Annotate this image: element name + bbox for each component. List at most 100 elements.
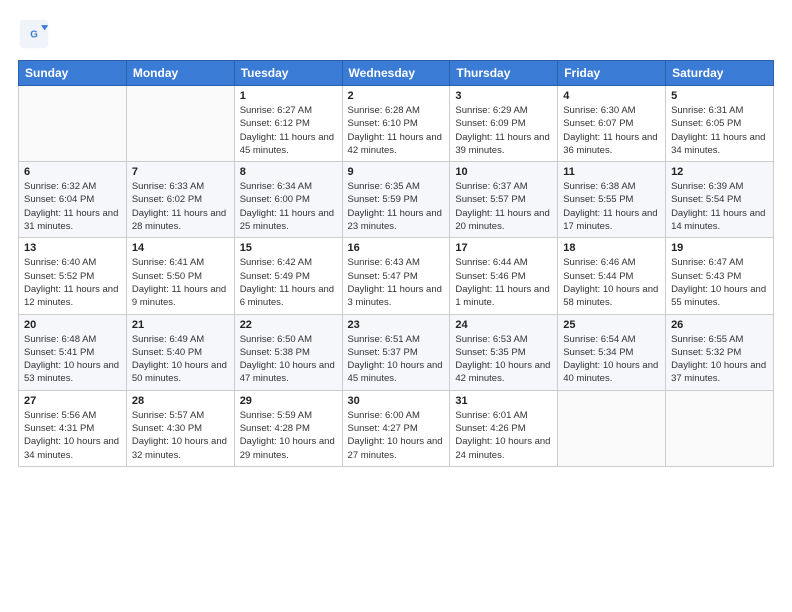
- calendar-cell: [666, 390, 774, 466]
- calendar-page: G SundayMondayTuesdayWednesdayThursdayFr…: [0, 0, 792, 612]
- calendar-cell: 23 Sunrise: 6:51 AM Sunset: 5:37 PM Dayli…: [342, 314, 450, 390]
- calendar-cell: [126, 86, 234, 162]
- day-info: Sunrise: 6:35 AM Sunset: 5:59 PM Dayligh…: [348, 180, 445, 233]
- day-number: 27: [24, 395, 121, 407]
- day-info: Sunrise: 6:51 AM Sunset: 5:37 PM Dayligh…: [348, 333, 445, 386]
- logo-icon: G: [18, 18, 50, 50]
- day-number: 6: [24, 166, 121, 178]
- day-info: Sunrise: 6:27 AM Sunset: 6:12 PM Dayligh…: [240, 104, 337, 157]
- day-number: 26: [671, 319, 768, 331]
- day-number: 30: [348, 395, 445, 407]
- calendar-header-wednesday: Wednesday: [342, 61, 450, 86]
- day-number: 22: [240, 319, 337, 331]
- calendar-cell: [19, 86, 127, 162]
- calendar-cell: 3Sunrise: 6:29 AM Sunset: 6:09 PM Daylig…: [450, 86, 558, 162]
- calendar-cell: 29Sunrise: 5:59 AM Sunset: 4:28 PM Dayli…: [234, 390, 342, 466]
- calendar-cell: 4 Sunrise: 6:30 AM Sunset: 6:07 PM Daylig…: [558, 86, 666, 162]
- calendar-cell: 15 Sunrise: 6:42 AM Sunset: 5:49 PM Dayli…: [234, 238, 342, 314]
- header: G: [18, 18, 774, 50]
- calendar-cell: 11 Sunrise: 6:38 AM Sunset: 5:55 PM Dayli…: [558, 162, 666, 238]
- day-number: 4: [563, 90, 660, 102]
- day-info: Sunrise: 6:38 AM Sunset: 5:55 PM Dayligh…: [563, 180, 660, 233]
- day-number: 10: [455, 166, 552, 178]
- day-info: Sunrise: 6:32 AM Sunset: 6:04 PM Dayligh…: [24, 180, 121, 233]
- calendar-cell: 22 Sunrise: 6:50 AM Sunset: 5:38 PM Dayli…: [234, 314, 342, 390]
- day-info: Sunrise: 5:56 AM Sunset: 4:31 PM Dayligh…: [24, 409, 121, 462]
- calendar-cell: 21Sunrise: 6:49 AM Sunset: 5:40 PM Dayli…: [126, 314, 234, 390]
- calendar-week-row: 1 Sunrise: 6:27 AM Sunset: 6:12 PM Daylig…: [19, 86, 774, 162]
- day-info: Sunrise: 6:28 AM Sunset: 6:10 PM Dayligh…: [348, 104, 445, 157]
- day-number: 15: [240, 242, 337, 254]
- day-info: Sunrise: 5:59 AM Sunset: 4:28 PM Dayligh…: [240, 409, 337, 462]
- day-info: Sunrise: 6:42 AM Sunset: 5:49 PM Dayligh…: [240, 256, 337, 309]
- day-number: 24: [455, 319, 552, 331]
- day-number: 13: [24, 242, 121, 254]
- calendar-cell: 7Sunrise: 6:33 AM Sunset: 6:02 PM Daylig…: [126, 162, 234, 238]
- day-info: Sunrise: 5:57 AM Sunset: 4:30 PM Dayligh…: [132, 409, 229, 462]
- day-info: Sunrise: 6:44 AM Sunset: 5:46 PM Dayligh…: [455, 256, 552, 309]
- calendar-cell: 1 Sunrise: 6:27 AM Sunset: 6:12 PM Daylig…: [234, 86, 342, 162]
- calendar-cell: 30 Sunrise: 6:00 AM Sunset: 4:27 PM Dayli…: [342, 390, 450, 466]
- day-number: 20: [24, 319, 121, 331]
- calendar-week-row: 6 Sunrise: 6:32 AM Sunset: 6:04 PM Daylig…: [19, 162, 774, 238]
- day-info: Sunrise: 6:30 AM Sunset: 6:07 PM Dayligh…: [563, 104, 660, 157]
- calendar-cell: 2 Sunrise: 6:28 AM Sunset: 6:10 PM Daylig…: [342, 86, 450, 162]
- calendar-cell: 19 Sunrise: 6:47 AM Sunset: 5:43 PM Dayli…: [666, 238, 774, 314]
- calendar-cell: 13Sunrise: 6:40 AM Sunset: 5:52 PM Dayli…: [19, 238, 127, 314]
- calendar-cell: 14 Sunrise: 6:41 AM Sunset: 5:50 PM Dayli…: [126, 238, 234, 314]
- day-info: Sunrise: 6:41 AM Sunset: 5:50 PM Dayligh…: [132, 256, 229, 309]
- calendar-cell: 12 Sunrise: 6:39 AM Sunset: 5:54 PM Dayli…: [666, 162, 774, 238]
- day-number: 3: [455, 90, 552, 102]
- day-info: Sunrise: 6:43 AM Sunset: 5:47 PM Dayligh…: [348, 256, 445, 309]
- day-number: 5: [671, 90, 768, 102]
- calendar-cell: 6 Sunrise: 6:32 AM Sunset: 6:04 PM Daylig…: [19, 162, 127, 238]
- day-info: Sunrise: 6:39 AM Sunset: 5:54 PM Dayligh…: [671, 180, 768, 233]
- calendar-week-row: 13Sunrise: 6:40 AM Sunset: 5:52 PM Dayli…: [19, 238, 774, 314]
- calendar-cell: 18 Sunrise: 6:46 AM Sunset: 5:44 PM Dayli…: [558, 238, 666, 314]
- calendar-header-row: SundayMondayTuesdayWednesdayThursdayFrid…: [19, 61, 774, 86]
- day-number: 8: [240, 166, 337, 178]
- calendar-week-row: 27 Sunrise: 5:56 AM Sunset: 4:31 PM Dayli…: [19, 390, 774, 466]
- calendar-header-sunday: Sunday: [19, 61, 127, 86]
- calendar-cell: 24 Sunrise: 6:53 AM Sunset: 5:35 PM Dayli…: [450, 314, 558, 390]
- day-number: 16: [348, 242, 445, 254]
- day-number: 9: [348, 166, 445, 178]
- day-info: Sunrise: 6:55 AM Sunset: 5:32 PM Dayligh…: [671, 333, 768, 386]
- day-number: 1: [240, 90, 337, 102]
- calendar-cell: 26 Sunrise: 6:55 AM Sunset: 5:32 PM Dayli…: [666, 314, 774, 390]
- calendar-header-tuesday: Tuesday: [234, 61, 342, 86]
- calendar-header-thursday: Thursday: [450, 61, 558, 86]
- day-info: Sunrise: 6:53 AM Sunset: 5:35 PM Dayligh…: [455, 333, 552, 386]
- day-number: 14: [132, 242, 229, 254]
- calendar-cell: 20 Sunrise: 6:48 AM Sunset: 5:41 PM Dayli…: [19, 314, 127, 390]
- calendar-cell: 8Sunrise: 6:34 AM Sunset: 6:00 PM Daylig…: [234, 162, 342, 238]
- day-info: Sunrise: 6:46 AM Sunset: 5:44 PM Dayligh…: [563, 256, 660, 309]
- calendar-cell: [558, 390, 666, 466]
- day-number: 11: [563, 166, 660, 178]
- day-info: Sunrise: 6:01 AM Sunset: 4:26 PM Dayligh…: [455, 409, 552, 462]
- day-info: Sunrise: 6:37 AM Sunset: 5:57 PM Dayligh…: [455, 180, 552, 233]
- calendar-header-friday: Friday: [558, 61, 666, 86]
- calendar-cell: 31 Sunrise: 6:01 AM Sunset: 4:26 PM Dayli…: [450, 390, 558, 466]
- day-number: 31: [455, 395, 552, 407]
- day-info: Sunrise: 6:50 AM Sunset: 5:38 PM Dayligh…: [240, 333, 337, 386]
- day-number: 19: [671, 242, 768, 254]
- day-number: 2: [348, 90, 445, 102]
- calendar-cell: 10 Sunrise: 6:37 AM Sunset: 5:57 PM Dayli…: [450, 162, 558, 238]
- calendar-cell: 28Sunrise: 5:57 AM Sunset: 4:30 PM Dayli…: [126, 390, 234, 466]
- day-info: Sunrise: 6:48 AM Sunset: 5:41 PM Dayligh…: [24, 333, 121, 386]
- day-number: 18: [563, 242, 660, 254]
- calendar-cell: 5Sunrise: 6:31 AM Sunset: 6:05 PM Daylig…: [666, 86, 774, 162]
- calendar-cell: 16 Sunrise: 6:43 AM Sunset: 5:47 PM Dayli…: [342, 238, 450, 314]
- day-number: 25: [563, 319, 660, 331]
- day-info: Sunrise: 6:47 AM Sunset: 5:43 PM Dayligh…: [671, 256, 768, 309]
- svg-text:G: G: [30, 30, 38, 41]
- day-number: 21: [132, 319, 229, 331]
- day-number: 12: [671, 166, 768, 178]
- calendar-week-row: 20 Sunrise: 6:48 AM Sunset: 5:41 PM Dayli…: [19, 314, 774, 390]
- day-info: Sunrise: 6:33 AM Sunset: 6:02 PM Dayligh…: [132, 180, 229, 233]
- day-number: 17: [455, 242, 552, 254]
- day-number: 23: [348, 319, 445, 331]
- calendar-header-monday: Monday: [126, 61, 234, 86]
- day-info: Sunrise: 6:00 AM Sunset: 4:27 PM Dayligh…: [348, 409, 445, 462]
